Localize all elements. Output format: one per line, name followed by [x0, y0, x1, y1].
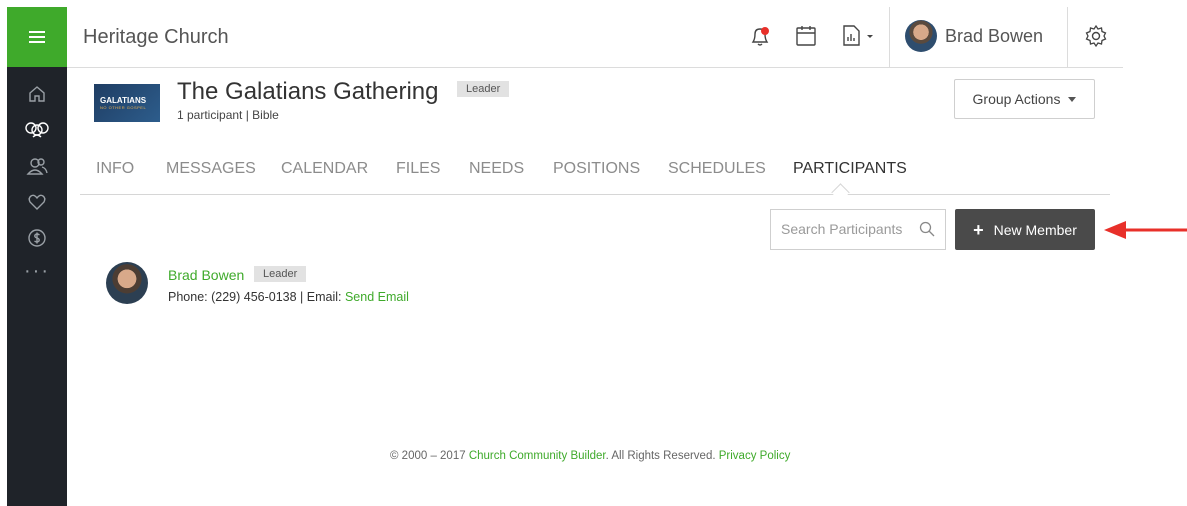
header-divider [889, 7, 890, 67]
group-image-subtitle: NO OTHER GOSPEL [100, 105, 147, 110]
group-image: GALATIANS NO OTHER GOSPEL [94, 84, 160, 122]
user-name[interactable]: Brad Bowen [945, 26, 1043, 47]
search-participants [770, 209, 946, 250]
more-icon[interactable]: ··· [7, 261, 67, 281]
group-tabs: INFO MESSAGES CALENDAR FILES NEEDS POSIT… [80, 150, 1110, 195]
red-arrow-icon [1104, 221, 1187, 239]
search-input[interactable] [779, 220, 913, 238]
footer: © 2000 – 2017 Church Community Builder. … [390, 450, 790, 462]
settings-button[interactable] [1084, 24, 1108, 53]
new-member-button[interactable]: + New Member [955, 209, 1095, 250]
caret-down-icon [1068, 96, 1077, 102]
tab-needs[interactable]: NEEDS [469, 160, 524, 178]
nav-giving[interactable] [7, 185, 67, 219]
calendar-icon [796, 26, 816, 46]
calendar-button[interactable] [794, 23, 818, 54]
left-rail: ··· [7, 7, 67, 506]
tab-messages[interactable]: MESSAGES [166, 160, 256, 178]
participant-contact: Phone: (229) 456-0138 | Email: Send Emai… [168, 290, 409, 304]
people-icon [26, 158, 48, 175]
group-image-title: GALATIANS [100, 96, 147, 105]
tab-calendar[interactable]: CALENDAR [281, 160, 368, 178]
tab-participants[interactable]: PARTICIPANTS [793, 160, 907, 178]
participant-phone: Phone: (229) 456-0138 | Email: [168, 290, 345, 304]
group-actions-button[interactable]: Group Actions [954, 79, 1095, 119]
header-divider [1067, 7, 1068, 67]
send-email-link[interactable]: Send Email [345, 290, 409, 304]
gear-icon [1085, 24, 1107, 48]
group-title: The Galatians Gathering [177, 78, 439, 105]
new-member-label: New Member [993, 221, 1077, 238]
participant-role-badge: Leader [254, 266, 307, 282]
group-role-badge: Leader [457, 81, 510, 97]
dollar-icon [28, 229, 46, 247]
group-subtitle: 1 participant | Bible [177, 108, 279, 122]
plus-icon: + [973, 219, 984, 240]
reports-button[interactable] [840, 23, 878, 54]
notifications-button[interactable] [747, 23, 773, 54]
footer-rights: . All Rights Reserved. [605, 450, 719, 462]
menu-button[interactable] [7, 7, 67, 67]
tab-info[interactable]: INFO [96, 160, 134, 178]
home-icon [29, 86, 45, 102]
participant-name[interactable]: Brad Bowen [168, 267, 244, 283]
search-icon[interactable] [919, 221, 935, 237]
nav-home[interactable] [7, 77, 67, 111]
user-avatar[interactable] [905, 20, 937, 52]
heart-icon [28, 194, 46, 210]
footer-copyright: © 2000 – 2017 [390, 450, 469, 462]
tab-files[interactable]: FILES [396, 160, 440, 178]
groups-icon [25, 122, 49, 138]
nav-finance[interactable] [7, 221, 67, 255]
nav-groups[interactable] [7, 113, 67, 147]
privacy-policy-link[interactable]: Privacy Policy [719, 450, 791, 462]
tab-schedules[interactable]: SCHEDULES [668, 160, 766, 178]
nav-people[interactable] [7, 149, 67, 183]
bell-icon [751, 27, 769, 46]
menu-icon [29, 28, 45, 46]
company-link[interactable]: Church Community Builder [469, 450, 606, 462]
group-actions-label: Group Actions [972, 91, 1061, 107]
tab-positions[interactable]: POSITIONS [553, 160, 640, 178]
org-name: Heritage Church [83, 26, 229, 48]
participant-avatar[interactable] [106, 262, 148, 304]
report-icon [843, 25, 873, 46]
top-header: Heritage Church Brad Bowen [67, 7, 1123, 68]
